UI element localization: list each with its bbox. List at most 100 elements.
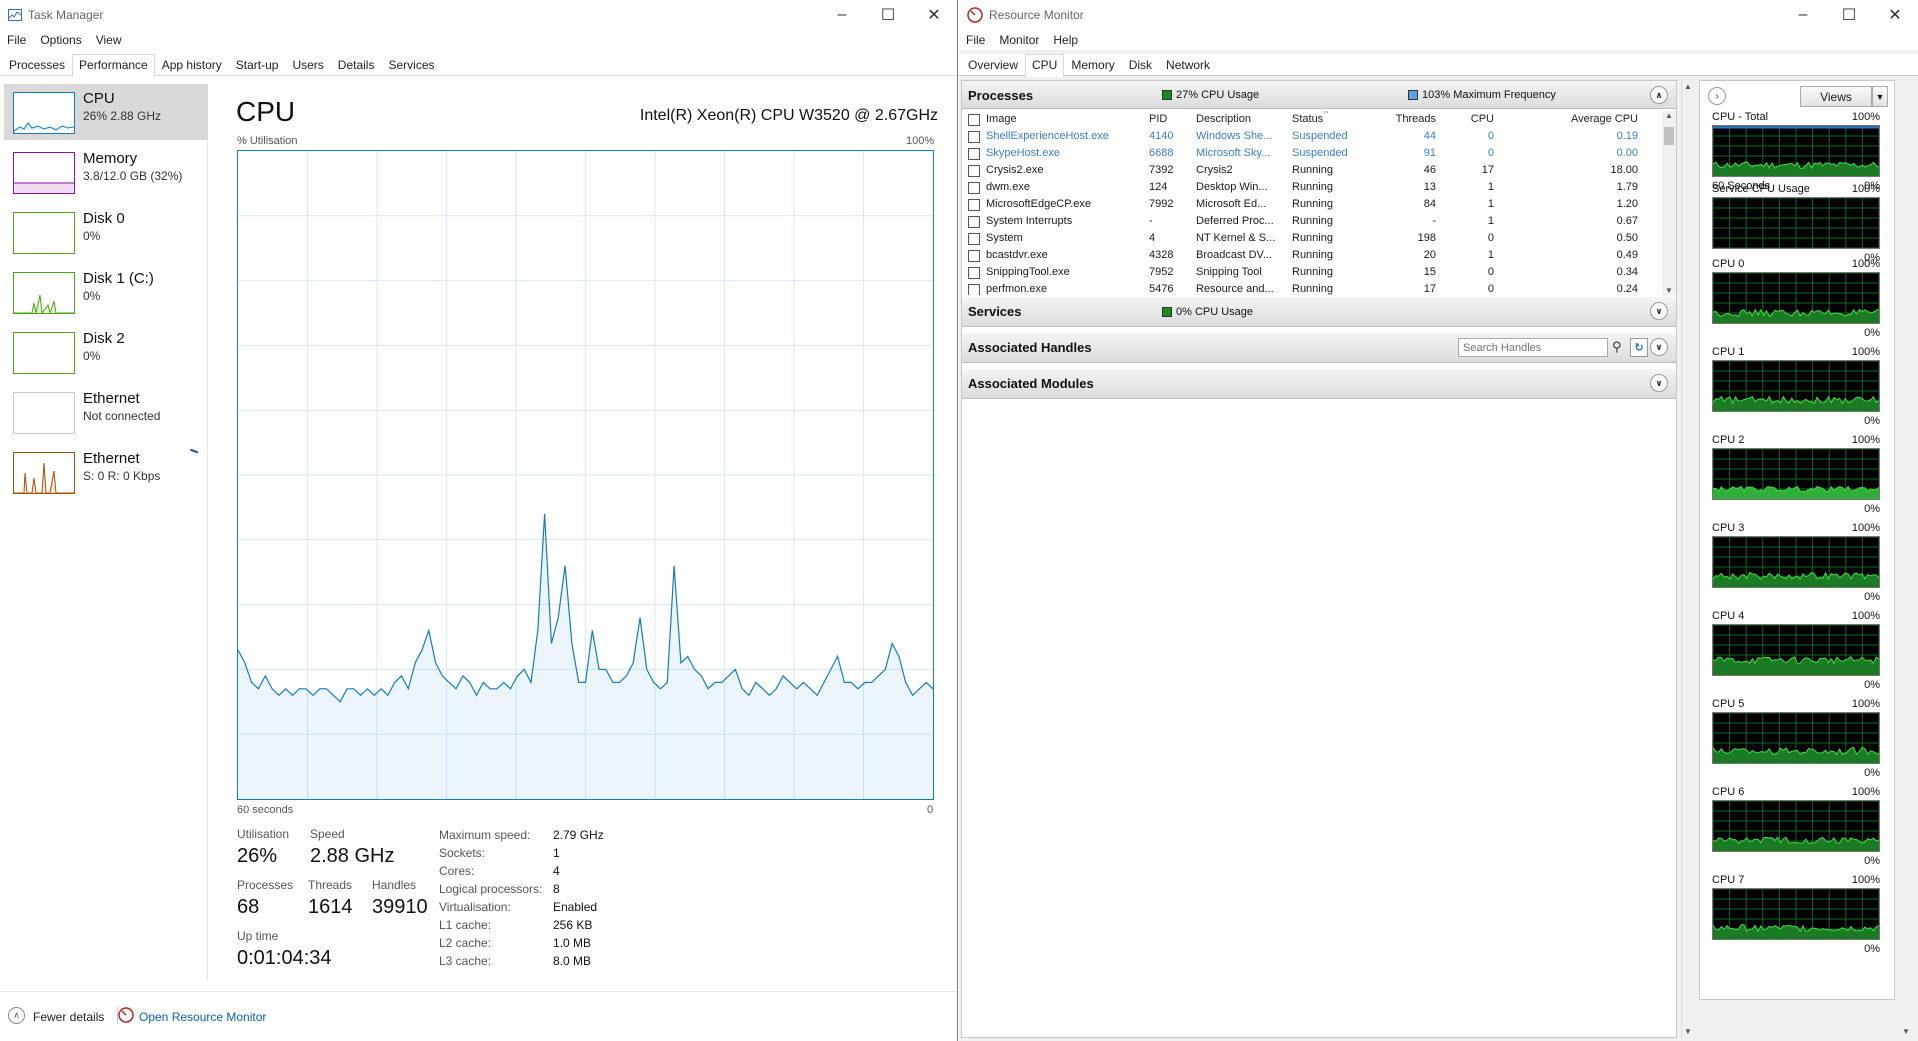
tab-overview[interactable]: Overview [961, 54, 1025, 76]
table-row[interactable]: dwm.exe 124 Desktop Win... Running 13 1 1.79 [962, 179, 1662, 196]
chevron-right-icon[interactable]: › [1708, 87, 1726, 105]
menu-options[interactable]: Options [33, 33, 88, 47]
row-checkbox[interactable] [968, 199, 980, 211]
services-section-header[interactable]: Services 0% CPU Usage ∨ [962, 297, 1676, 327]
column-header[interactable]: Description [1196, 113, 1284, 125]
processes-scrollbar[interactable]: ▲ ▼ [1662, 111, 1676, 295]
threads-label: Threads [308, 878, 353, 892]
scroll-down-icon[interactable]: ▼ [1664, 286, 1674, 295]
menu-help[interactable]: Help [1046, 33, 1085, 47]
sidebar-item-disk-2[interactable]: Disk 2 0% [4, 324, 208, 380]
tab-memory[interactable]: Memory [1064, 54, 1121, 76]
tab-disk[interactable]: Disk [1122, 54, 1159, 76]
resource-monitor-titlebar: Resource Monitor – ☐ ✕ [959, 0, 1918, 30]
tab-network[interactable]: Network [1159, 54, 1217, 76]
tab-app-history[interactable]: App history [155, 54, 229, 76]
main-scrollbar[interactable]: ▲ ▼ [1681, 80, 1693, 1038]
processes-section-header[interactable]: Processes 27% CPU Usage 103% Maximum Fre… [962, 81, 1676, 109]
scroll-down-icon[interactable]: ▼ [1683, 1027, 1693, 1036]
fewer-details-link[interactable]: Fewer details [33, 1010, 104, 1024]
sidebar-item-cpu[interactable]: CPU 26% 2.88 GHz [4, 84, 208, 140]
sidebar-item-ethernet-2[interactable]: Ethernet S: 0 R: 0 Kbps [4, 444, 208, 500]
maximize-icon[interactable]: ☐ [1826, 0, 1872, 30]
row-checkbox[interactable] [968, 250, 980, 262]
open-resource-monitor-link[interactable]: Open Resource Monitor [139, 1010, 266, 1024]
scroll-up-icon[interactable]: ▲ [1664, 111, 1674, 120]
graph-canvas [1712, 272, 1880, 324]
sidebar-item-disk-1[interactable]: Disk 1 (C:) 0% [4, 264, 208, 320]
tab-cpu[interactable]: CPU [1025, 54, 1065, 77]
green-square-icon [1162, 90, 1172, 100]
close-icon[interactable]: ✕ [1872, 0, 1918, 30]
tab-users[interactable]: Users [285, 54, 330, 76]
sidebar-item-disk-0[interactable]: Disk 0 0% [4, 204, 208, 260]
views-dropdown-icon[interactable]: ▼ [1872, 86, 1888, 107]
row-checkbox[interactable] [968, 114, 980, 126]
column-header[interactable]: Threads [1378, 113, 1436, 125]
table-row[interactable]: SkypeHost.exe 6688 Microsoft Sky... Suspend… [962, 145, 1662, 162]
modules-section-header[interactable]: Associated Modules ∨ [962, 369, 1676, 399]
table-row[interactable]: Crysis2.exe 7392 Crysis2 Running 46 17 18.00 [962, 162, 1662, 179]
refresh-icon[interactable]: ↻ [1630, 338, 1648, 357]
row-checkbox[interactable] [968, 284, 980, 295]
table-row[interactable]: bcastdvr.exe 4328 Broadcast DV... Running 20… [962, 247, 1662, 264]
table-cell: Running [1292, 198, 1333, 210]
scroll-down-icon[interactable]: ▼ [1901, 1027, 1911, 1036]
menu-monitor[interactable]: Monitor [992, 33, 1046, 47]
row-checkbox[interactable] [968, 216, 980, 228]
graph-canvas [1712, 800, 1880, 852]
tab-performance[interactable]: Performance [72, 54, 155, 77]
column-header[interactable]: PID [1149, 113, 1189, 125]
chevron-down-icon[interactable]: ∨ [1650, 374, 1668, 392]
row-checkbox[interactable] [968, 165, 980, 177]
graphs-scrollbar[interactable]: ▼ [1899, 80, 1913, 1040]
table-row[interactable]: perfmon.exe 5476 Resource and... Running 17 0… [962, 281, 1662, 295]
table-cell: 20 [1423, 249, 1436, 261]
table-cell: Resource and... [1196, 283, 1274, 295]
table-cell: 0.19 [1616, 130, 1638, 142]
chevron-down-icon[interactable]: ∨ [1650, 302, 1668, 320]
tab-details[interactable]: Details [331, 54, 382, 76]
tab-processes[interactable]: Processes [2, 54, 72, 76]
row-checkbox[interactable] [968, 182, 980, 194]
sidebar-item-value: 26% 2.88 GHz [83, 109, 162, 123]
views-button[interactable]: Views [1800, 86, 1872, 107]
column-header[interactable]: CPU [1442, 113, 1494, 125]
table-row[interactable]: System Interrupts - Deferred Proc... Runnin… [962, 213, 1662, 230]
max-frequency-badge: 103% Maximum Frequency [1408, 89, 1556, 101]
chevron-down-icon[interactable]: ∨ [1650, 338, 1668, 356]
menu-view[interactable]: View [89, 33, 129, 47]
minimize-icon[interactable]: – [1780, 0, 1826, 30]
sort-indicator-icon: ^ [1324, 111, 1329, 118]
sidebar-item-memory[interactable]: Memory 3.8/12.0 GB (32%) [4, 144, 208, 200]
graph-max-label: 100% [1851, 183, 1880, 195]
sidebar-item-ethernet-1[interactable]: Ethernet Not connected [4, 384, 208, 440]
column-header[interactable]: Average CPU [1500, 113, 1638, 125]
maximize-icon[interactable]: ☐ [865, 0, 911, 30]
row-checkbox[interactable] [968, 233, 980, 245]
table-cell: 0.00 [1616, 147, 1638, 159]
chevron-up-icon[interactable]: ∧ [1650, 86, 1668, 104]
search-handles-input[interactable] [1458, 338, 1608, 357]
scroll-up-icon[interactable]: ▲ [1683, 82, 1693, 91]
menu-file[interactable]: File [0, 33, 33, 47]
handles-section-header[interactable]: Associated Handles ⚲ ↻ ∨ [962, 333, 1676, 363]
tab-startup[interactable]: Start-up [229, 54, 286, 76]
cpu-usage-text: 27% CPU Usage [1176, 89, 1260, 101]
row-checkbox[interactable] [968, 267, 980, 279]
scroll-thumb[interactable] [1664, 127, 1674, 145]
column-header[interactable]: Status [1292, 113, 1372, 125]
table-row[interactable]: ShellExperienceHost.exe 4140 Windows She..… [962, 128, 1662, 145]
tab-services[interactable]: Services [381, 54, 441, 76]
column-header[interactable]: Image [986, 113, 1146, 125]
minimize-icon[interactable]: – [819, 0, 865, 30]
close-icon[interactable]: ✕ [911, 0, 957, 30]
chevron-up-icon[interactable]: ∧ [8, 1007, 25, 1024]
row-checkbox[interactable] [968, 148, 980, 160]
search-icon[interactable]: ⚲ [1612, 339, 1622, 355]
table-row[interactable]: System 4 NT Kernel & S... Running 198 0 0.50 [962, 230, 1662, 247]
table-row[interactable]: MicrosoftEdgeCP.exe 7992 Microsoft Ed... Ru… [962, 196, 1662, 213]
row-checkbox[interactable] [968, 131, 980, 143]
menu-file[interactable]: File [959, 33, 992, 47]
table-row[interactable]: SnippingTool.exe 7952 Snipping Tool Running… [962, 264, 1662, 281]
